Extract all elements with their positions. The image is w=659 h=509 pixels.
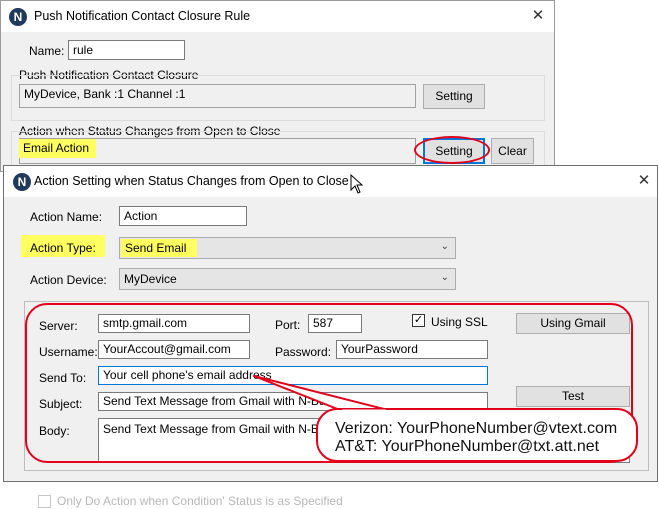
callout-line-att: AT&T: YourPhoneNumber@txt.att.net xyxy=(335,438,600,455)
callout-line-verizon: Verizon: YourPhoneNumber@vtext.com xyxy=(335,420,618,437)
